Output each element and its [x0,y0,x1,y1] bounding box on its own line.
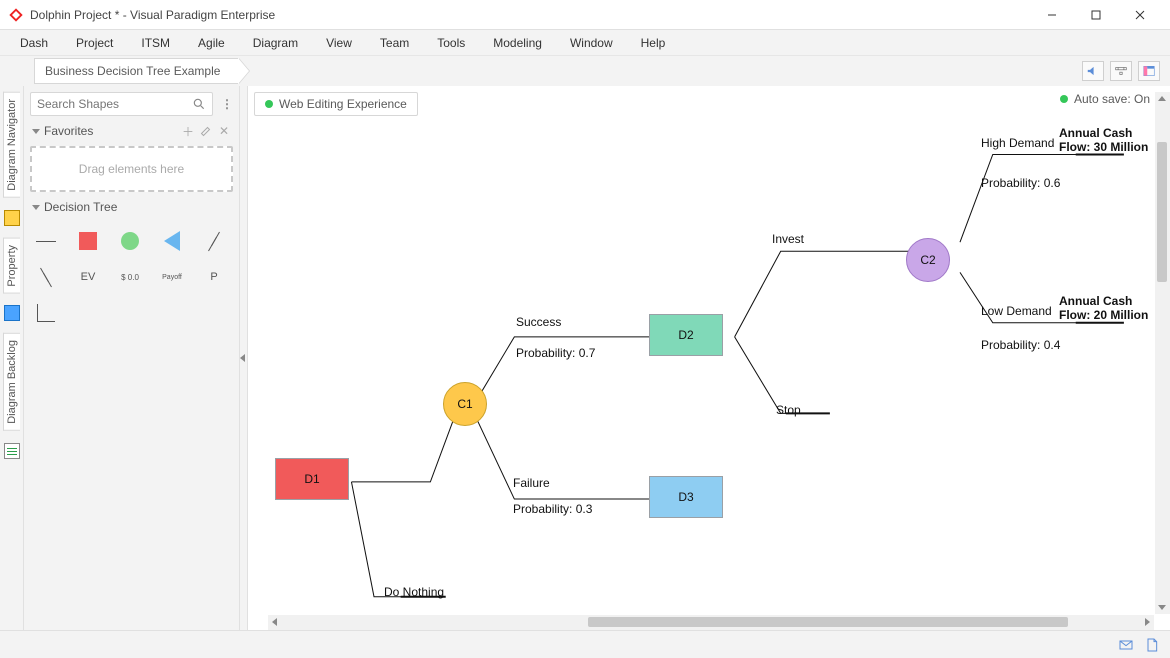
menu-help[interactable]: Help [627,32,680,54]
palette-branch-right[interactable] [34,266,58,288]
panel-toggle-icon[interactable] [1138,61,1160,81]
maximize-button[interactable] [1074,1,1118,29]
palette-decision-square[interactable] [76,230,100,252]
tab-strip: Business Decision Tree Example [0,56,1170,86]
menu-team[interactable]: Team [366,32,423,54]
app-logo-icon [8,7,24,23]
label-prob-low[interactable]: Probability: 0.4 [981,338,1060,352]
diagram-editor[interactable]: Web Editing Experience Auto save: On [248,86,1170,630]
label-low-demand[interactable]: Low Demand [981,304,1052,318]
navigator-icon[interactable] [4,210,20,226]
announce-icon[interactable] [1082,61,1104,81]
search-icon [192,97,206,111]
menu-agile[interactable]: Agile [184,32,239,54]
menu-itsm[interactable]: ITSM [127,32,184,54]
rail-tab-navigator[interactable]: Diagram Navigator [3,92,20,198]
menu-project[interactable]: Project [62,32,127,54]
menu-modeling[interactable]: Modeling [479,32,556,54]
palette-payoff-label[interactable]: Payoff [160,266,184,288]
decision-tree-header[interactable]: Decision Tree [30,198,233,216]
palette-branch-left[interactable] [202,230,226,252]
palette-terminator-triangle[interactable] [160,230,184,252]
label-prob-failure[interactable]: Probability: 0.3 [513,502,592,516]
side-rail: Diagram Navigator Property Diagram Backl… [0,86,24,630]
search-menu-icon[interactable]: ⋮ [217,100,237,108]
palette-line[interactable] [34,230,58,252]
breadcrumb-tab[interactable]: Business Decision Tree Example [34,58,238,84]
menu-tools[interactable]: Tools [423,32,479,54]
add-favorite-icon[interactable]: ＋ [181,124,195,138]
mail-icon[interactable] [1118,637,1134,653]
scroll-up-icon[interactable] [1155,92,1169,106]
label-success[interactable]: Success [516,315,561,329]
caret-down-icon [32,205,40,210]
favorites-dropzone[interactable]: Drag elements here [30,146,233,192]
palette-chance-circle[interactable] [118,230,142,252]
decision-palette: EV $ 0.0 Payoff P [30,222,233,332]
label-cashflow-30[interactable]: Annual CashFlow: 30 Million [1059,126,1148,154]
node-d2[interactable]: D2 [649,314,723,356]
label-stop[interactable]: Stop [776,403,801,417]
decision-tree-title: Decision Tree [44,200,117,214]
menu-bar: Dash Project ITSM Agile Diagram View Tea… [0,30,1170,56]
favorites-header[interactable]: Favorites ＋ ✕ [30,122,233,140]
shapes-panel: ⋮ Favorites ＋ ✕ Drag elements here Decis… [24,86,240,630]
menu-diagram[interactable]: Diagram [239,32,312,54]
scroll-down-icon[interactable] [1155,600,1169,614]
label-high-demand[interactable]: High Demand [981,136,1054,150]
layout-icon[interactable] [1110,61,1132,81]
label-prob-high[interactable]: Probability: 0.6 [981,176,1060,190]
menu-view[interactable]: View [312,32,366,54]
window-title: Dolphin Project * - Visual Paradigm Ente… [30,8,1030,22]
search-input[interactable] [37,97,192,111]
palette-dollar-label[interactable]: $ 0.0 [118,266,142,288]
node-c1[interactable]: C1 [443,382,487,426]
palette-probability-label[interactable]: P [202,266,226,288]
horizontal-scrollbar[interactable] [268,615,1154,630]
rail-tab-property[interactable]: Property [3,238,20,294]
minimize-button[interactable] [1030,1,1074,29]
splitter-collapse-icon [240,354,245,362]
backlog-icon[interactable] [4,443,20,459]
panel-splitter[interactable] [240,86,248,630]
remove-favorite-icon[interactable]: ✕ [217,124,231,138]
scroll-right-icon[interactable] [1140,615,1154,629]
node-d3[interactable]: D3 [649,476,723,518]
scroll-left-icon[interactable] [268,615,282,629]
palette-axis[interactable] [34,302,58,324]
palette-ev-label[interactable]: EV [76,266,100,288]
rail-tab-backlog[interactable]: Diagram Backlog [3,333,20,431]
title-bar: Dolphin Project * - Visual Paradigm Ente… [0,0,1170,30]
vertical-scrollbar[interactable] [1155,92,1170,614]
menu-window[interactable]: Window [556,32,627,54]
menu-dash[interactable]: Dash [6,32,62,54]
scroll-thumb-v[interactable] [1157,142,1167,282]
document-icon[interactable] [1144,637,1160,653]
label-cashflow-20[interactable]: Annual CashFlow: 20 Million [1059,294,1148,322]
label-do-nothing[interactable]: Do Nothing [384,585,444,599]
favorites-title: Favorites [44,124,93,138]
node-c2[interactable]: C2 [906,238,950,282]
label-prob-success[interactable]: Probability: 0.7 [516,346,595,360]
property-icon[interactable] [4,305,20,321]
label-invest[interactable]: Invest [772,232,804,246]
label-failure[interactable]: Failure [513,476,550,490]
caret-down-icon [32,129,40,134]
shape-search[interactable] [30,92,213,116]
scroll-thumb-h[interactable] [588,617,1068,627]
edit-favorite-icon[interactable] [199,124,213,138]
close-button[interactable] [1118,1,1162,29]
status-bar [0,630,1170,658]
node-d1[interactable]: D1 [275,458,349,500]
